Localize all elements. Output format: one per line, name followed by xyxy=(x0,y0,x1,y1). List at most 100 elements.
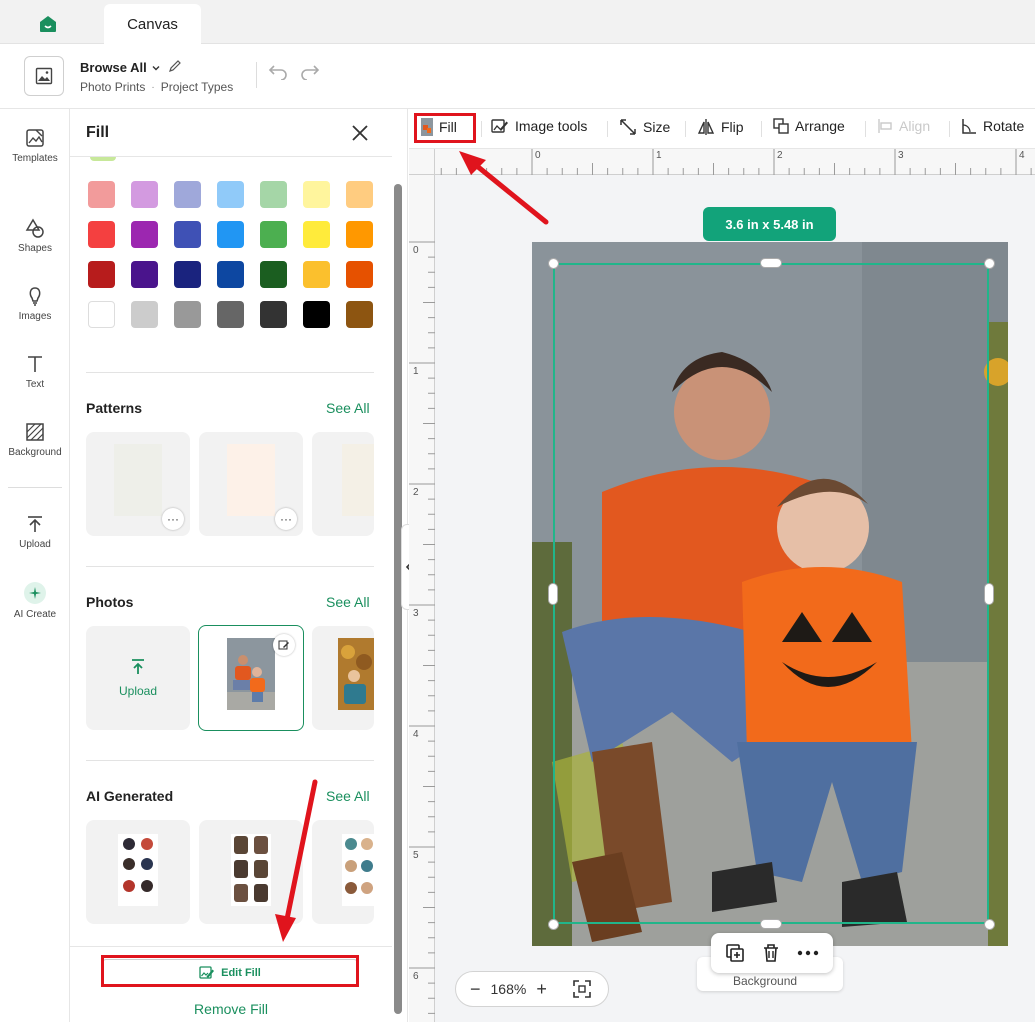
resize-handle-right[interactable] xyxy=(984,583,994,605)
canvas-photo[interactable] xyxy=(532,242,1008,946)
browse-all-label: Browse All xyxy=(80,60,147,75)
rotate-button[interactable]: Rotate xyxy=(961,118,1024,134)
resize-handle-top[interactable] xyxy=(760,258,782,268)
pattern-card[interactable]: ··· xyxy=(86,432,190,536)
more-options-icon[interactable]: ··· xyxy=(275,508,297,530)
ai-generated-title: AI Generated xyxy=(86,788,174,804)
zoom-out-button[interactable]: − xyxy=(470,979,481,1000)
rail-item-ai-create[interactable]: AI Create xyxy=(0,581,70,620)
color-swatch[interactable] xyxy=(303,221,330,248)
close-icon[interactable] xyxy=(348,121,372,145)
canvas-workspace[interactable]: 0 1 2 3 4 0 1 2 3 4 5 6 3.6 in x 5.48 in… xyxy=(409,149,1035,1022)
breadcrumb-project-types[interactable]: Project Types xyxy=(161,80,233,94)
color-swatch[interactable] xyxy=(260,261,287,288)
align-button[interactable]: Align xyxy=(877,118,930,134)
header-divider xyxy=(256,62,257,88)
upload-photo-card[interactable]: Upload xyxy=(86,626,190,730)
rail-item-templates[interactable]: Templates xyxy=(0,127,70,164)
color-swatch[interactable] xyxy=(174,301,201,328)
color-swatch[interactable] xyxy=(346,181,373,208)
color-swatch[interactable] xyxy=(88,261,115,288)
color-swatch[interactable] xyxy=(260,221,287,248)
color-swatch[interactable] xyxy=(346,221,373,248)
color-swatch[interactable] xyxy=(174,261,201,288)
color-swatch[interactable] xyxy=(346,261,373,288)
fit-to-screen-icon[interactable] xyxy=(573,980,591,998)
color-swatch[interactable] xyxy=(131,221,158,248)
rail-item-background[interactable]: Background xyxy=(0,421,70,458)
ai-generated-see-all-link[interactable]: See All xyxy=(326,788,370,804)
resize-handle-top-left[interactable] xyxy=(548,258,559,269)
color-swatch[interactable] xyxy=(346,301,373,328)
rotate-label: Rotate xyxy=(983,118,1025,134)
rail-item-images[interactable]: Images xyxy=(0,285,70,322)
browse-all-dropdown[interactable]: Browse All xyxy=(80,60,161,75)
pattern-card[interactable] xyxy=(312,432,374,536)
color-swatch[interactable] xyxy=(217,221,244,248)
ruler-label: 5 xyxy=(413,850,419,861)
gradient-swatch-partial[interactable] xyxy=(90,157,116,161)
more-options-icon[interactable]: ··· xyxy=(162,508,184,530)
color-swatch[interactable] xyxy=(303,261,330,288)
color-swatch[interactable] xyxy=(131,261,158,288)
photo-card[interactable] xyxy=(312,626,374,730)
color-swatch[interactable] xyxy=(131,301,158,328)
color-swatch[interactable] xyxy=(88,181,115,208)
tab-canvas[interactable]: Canvas xyxy=(104,4,201,44)
resize-handle-top-right[interactable] xyxy=(984,258,995,269)
zoom-in-button[interactable]: + xyxy=(536,979,547,1000)
rail-item-text[interactable]: Text xyxy=(0,353,70,390)
photo-card-selected[interactable] xyxy=(198,625,304,731)
edit-image-icon[interactable] xyxy=(273,634,295,656)
redo-icon[interactable] xyxy=(300,64,320,80)
rail-label: Shapes xyxy=(18,243,52,254)
color-swatch[interactable] xyxy=(217,301,244,328)
patterns-see-all-link[interactable]: See All xyxy=(326,400,370,416)
upload-icon xyxy=(132,659,144,674)
photo-content xyxy=(532,242,1008,946)
trash-icon[interactable] xyxy=(762,943,780,963)
color-swatch[interactable] xyxy=(217,181,244,208)
shapes-icon xyxy=(25,218,44,238)
resize-handle-bottom-left[interactable] xyxy=(548,919,559,930)
toolbar-divider xyxy=(949,121,950,137)
resize-handle-bottom-right[interactable] xyxy=(984,919,995,930)
resize-handle-left[interactable] xyxy=(548,583,558,605)
color-swatch[interactable] xyxy=(260,301,287,328)
ai-generated-card[interactable] xyxy=(312,820,374,924)
more-options-icon[interactable] xyxy=(797,950,819,956)
flip-button[interactable]: Flip xyxy=(697,118,744,136)
color-swatch[interactable] xyxy=(88,301,115,328)
remove-fill-button[interactable]: Remove Fill xyxy=(70,1001,392,1017)
color-swatch[interactable] xyxy=(174,181,201,208)
pattern-card[interactable]: ··· xyxy=(199,432,303,536)
arrange-button[interactable]: Arrange xyxy=(773,118,845,134)
rail-item-upload[interactable]: Upload xyxy=(0,513,70,550)
color-swatch[interactable] xyxy=(260,181,287,208)
color-swatch[interactable] xyxy=(88,221,115,248)
ai-thumbnail xyxy=(118,834,158,906)
color-swatch[interactable] xyxy=(303,301,330,328)
color-swatch[interactable] xyxy=(303,181,330,208)
color-swatch[interactable] xyxy=(174,221,201,248)
ai-generated-card[interactable] xyxy=(199,820,303,924)
home-icon[interactable] xyxy=(30,10,66,38)
resize-handle-bottom[interactable] xyxy=(760,919,782,929)
rail-item-shapes[interactable]: Shapes xyxy=(0,217,70,254)
project-thumbnail-button[interactable] xyxy=(24,56,64,96)
ruler-label: 4 xyxy=(413,729,419,740)
breadcrumb-photo-prints[interactable]: Photo Prints xyxy=(80,80,145,94)
size-label: Size xyxy=(643,119,671,135)
duplicate-icon[interactable] xyxy=(725,943,745,963)
image-tools-button[interactable]: Image tools xyxy=(491,118,587,134)
color-swatch[interactable] xyxy=(217,261,244,288)
upload-label: Upload xyxy=(118,684,158,698)
color-swatch[interactable] xyxy=(131,181,158,208)
rename-pencil-icon[interactable] xyxy=(168,59,182,73)
undo-icon[interactable] xyxy=(268,64,288,80)
ai-generated-card[interactable] xyxy=(86,820,190,924)
photos-see-all-link[interactable]: See All xyxy=(326,594,370,610)
panel-title: Fill xyxy=(86,124,110,141)
flip-label: Flip xyxy=(721,119,744,135)
size-button[interactable]: Size xyxy=(619,118,670,136)
